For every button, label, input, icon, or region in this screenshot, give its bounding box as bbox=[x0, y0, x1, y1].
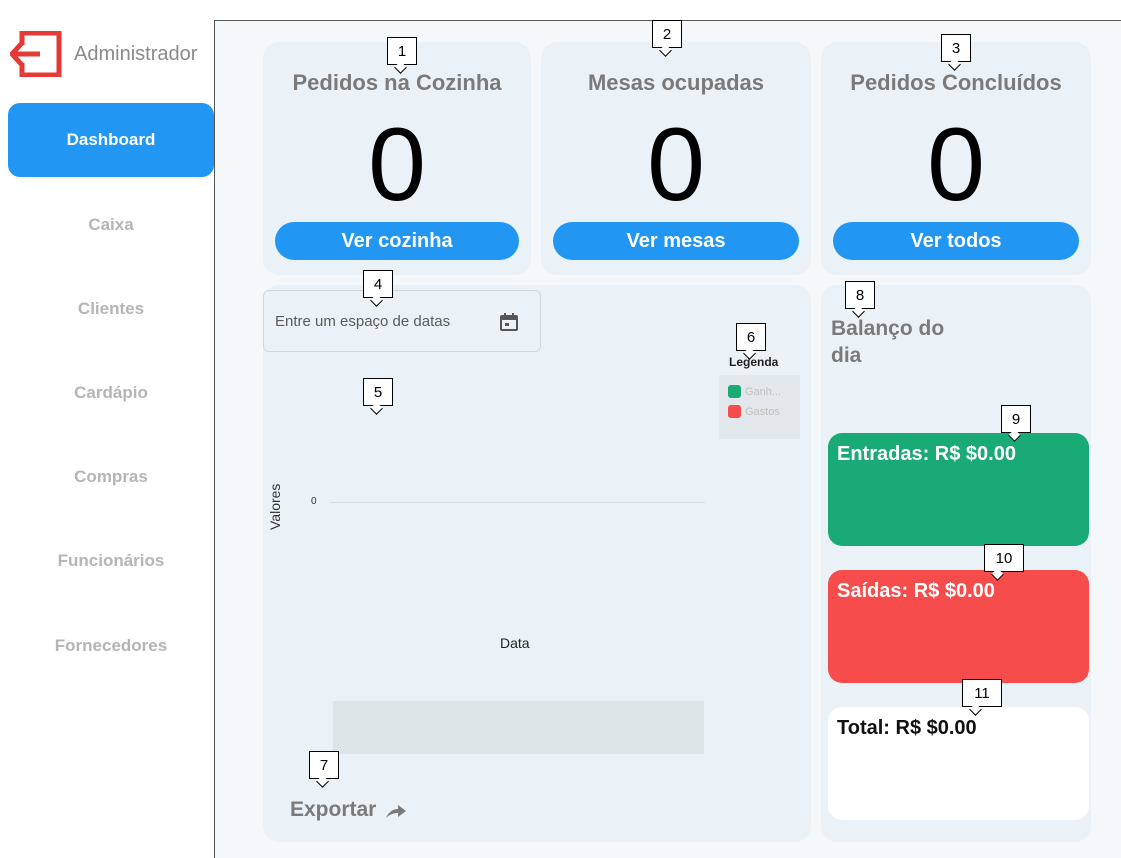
sidebar-item-caixa[interactable]: Caixa bbox=[8, 188, 214, 262]
chart-zero-line bbox=[330, 502, 705, 503]
income-box: Entradas: R$ $0.00 bbox=[828, 433, 1089, 546]
sidebar-divider bbox=[214, 20, 215, 858]
legend-title: Legenda bbox=[729, 355, 779, 369]
callout-8: 8 bbox=[845, 281, 875, 309]
card-value: 0 bbox=[368, 107, 426, 223]
sidebar-item-fornecedores[interactable]: Fornecedores bbox=[8, 609, 214, 683]
callout-3: 3 bbox=[941, 34, 971, 62]
chart-range-brush[interactable] bbox=[333, 701, 704, 754]
income-text: Entradas: R$ $0.00 bbox=[837, 443, 1016, 465]
callout-6: 6 bbox=[736, 323, 766, 351]
sidebar-item-dashboard[interactable]: Dashboard bbox=[8, 103, 214, 177]
page: Administrador Dashboard Caixa Clientes C… bbox=[0, 0, 1121, 858]
sidebar: Administrador Dashboard Caixa Clientes C… bbox=[0, 0, 214, 858]
chart-x-axis-label: Data bbox=[500, 635, 530, 651]
total-box: Total: R$ $0.00 bbox=[828, 707, 1089, 820]
chart-legend: Ganh... Gastos bbox=[719, 375, 800, 439]
daily-balance-panel: Balanço do dia Entradas: R$ $0.00 Saídas… bbox=[821, 285, 1091, 842]
callout-5: 5 bbox=[363, 378, 393, 406]
expense-text: Saídas: R$ $0.00 bbox=[837, 580, 995, 602]
card-completed-orders: Pedidos Concluídos 0 Ver todos bbox=[821, 42, 1091, 275]
balance-title: Balanço do dia bbox=[831, 317, 945, 368]
card-value: 0 bbox=[927, 107, 985, 223]
card-value: 0 bbox=[647, 107, 705, 223]
expense-box: Saídas: R$ $0.00 bbox=[828, 570, 1089, 683]
sidebar-item-clientes[interactable]: Clientes bbox=[8, 272, 214, 346]
sidebar-item-compras[interactable]: Compras bbox=[8, 440, 214, 514]
callout-11: 11 bbox=[962, 679, 1002, 707]
legend-label: Ganh... bbox=[745, 385, 782, 398]
sidebar-item-cardapio[interactable]: Cardápio bbox=[8, 356, 214, 430]
callout-7: 7 bbox=[309, 751, 339, 779]
export-label: Exportar bbox=[290, 798, 377, 821]
view-all-button[interactable]: Ver todos bbox=[833, 222, 1079, 260]
view-tables-button[interactable]: Ver mesas bbox=[553, 222, 799, 260]
legend-swatch-income bbox=[728, 385, 741, 398]
chart-y-axis-label: Valores bbox=[267, 483, 283, 530]
callout-2: 2 bbox=[652, 20, 682, 48]
legend-swatch-expense bbox=[728, 405, 741, 418]
callout-1: 1 bbox=[387, 37, 417, 65]
export-button[interactable]: Exportar bbox=[290, 798, 407, 822]
share-arrow-icon bbox=[386, 805, 407, 818]
logout-icon[interactable] bbox=[10, 31, 62, 77]
legend-item-expense[interactable]: Gastos bbox=[728, 405, 780, 418]
callout-4: 4 bbox=[363, 270, 393, 298]
date-range-placeholder: Entre um espaço de datas bbox=[275, 312, 451, 330]
callout-9: 9 bbox=[1001, 405, 1031, 433]
sidebar-item-funcionarios[interactable]: Funcionários bbox=[8, 524, 214, 598]
sidebar-brand: Administrador bbox=[10, 24, 197, 84]
card-occupied-tables: Mesas ocupadas 0 Ver mesas bbox=[541, 42, 811, 275]
card-title: Pedidos Concluídos bbox=[850, 70, 1062, 95]
card-title: Mesas ocupadas bbox=[587, 70, 765, 95]
chart-panel: Entre um espaço de datas Legenda Ganh...… bbox=[263, 285, 811, 842]
date-range-input[interactable]: Entre um espaço de datas bbox=[263, 290, 541, 352]
total-text: Total: R$ $0.00 bbox=[837, 717, 977, 739]
sidebar-title: Administrador bbox=[74, 42, 198, 65]
legend-label: Gastos bbox=[745, 405, 780, 418]
callout-10: 10 bbox=[984, 544, 1024, 572]
card-kitchen-orders: Pedidos na Cozinha 0 Ver cozinha bbox=[263, 42, 531, 275]
legend-item-income[interactable]: Ganh... bbox=[728, 385, 781, 398]
card-title: Pedidos na Cozinha bbox=[292, 70, 502, 95]
calendar-icon[interactable] bbox=[500, 313, 518, 331]
view-kitchen-button[interactable]: Ver cozinha bbox=[275, 222, 519, 260]
chart-y-tick: 0 bbox=[311, 496, 317, 507]
